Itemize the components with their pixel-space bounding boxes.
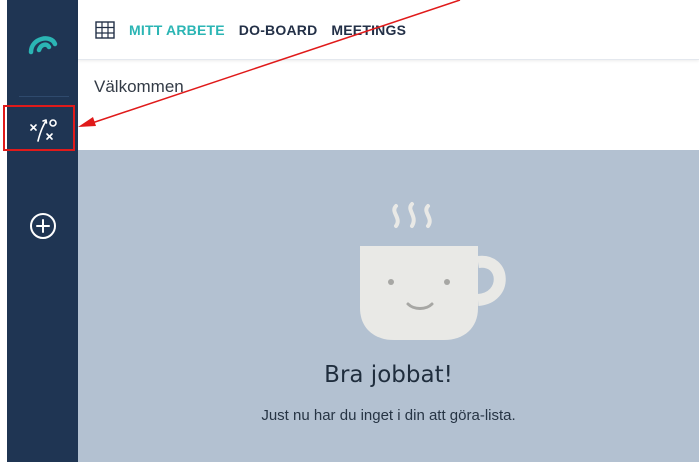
page-title: Välkommen <box>94 77 184 96</box>
tab-do-board[interactable]: DO-BOARD <box>239 22 318 38</box>
empty-state-title: Bra jobbat! <box>324 362 453 388</box>
sidebar <box>7 0 78 462</box>
left-edge <box>0 0 7 462</box>
highlight-box <box>3 105 75 151</box>
empty-state-subtitle: Just nu har du inget i din att göra-list… <box>261 407 516 424</box>
tab-meetings[interactable]: MEETINGS <box>331 22 406 38</box>
add-button[interactable] <box>26 211 60 245</box>
grid-icon[interactable] <box>95 19 117 41</box>
empty-state-panel: Bra jobbat! Just nu har du inget i din a… <box>78 150 699 462</box>
top-navigation: MITT ARBETE DO-BOARD MEETINGS <box>78 0 699 60</box>
sidebar-divider <box>19 96 69 97</box>
tab-mitt-arbete[interactable]: MITT ARBETE <box>129 22 225 38</box>
coffee-cup-icon <box>346 200 516 370</box>
wave-logo-icon[interactable] <box>25 26 61 62</box>
add-circle-icon <box>28 211 58 246</box>
